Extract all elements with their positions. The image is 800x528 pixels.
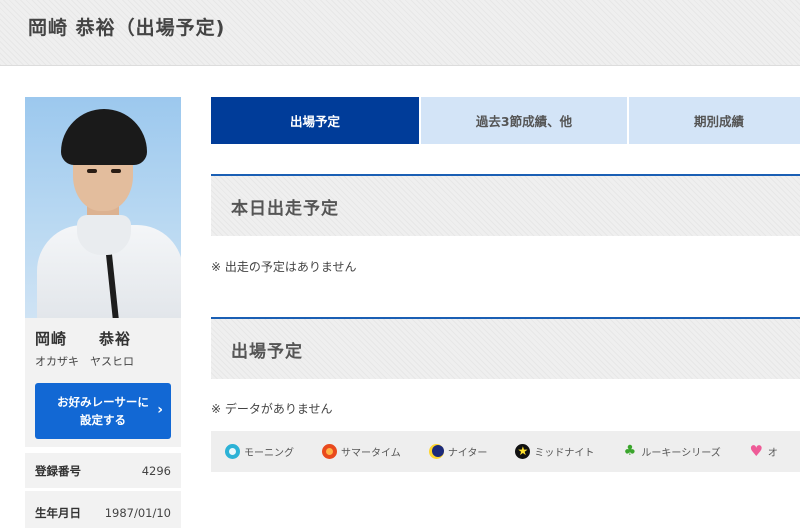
racer-name-box: 岡崎 恭裕 オカザキ ヤスヒロ お好みレーサーに 設定する › bbox=[25, 318, 181, 447]
info-value: 1987/01/10 bbox=[104, 505, 171, 520]
racer-name-kanji: 岡崎 恭裕 bbox=[35, 330, 132, 348]
section-schedule-heading: 出場予定 bbox=[211, 317, 800, 379]
racer-info-table: 登録番号 4296 生年月日 1987/01/10 bbox=[25, 453, 181, 528]
legend-label: オ bbox=[767, 448, 778, 459]
info-row-birth-date: 生年月日 1987/01/10 bbox=[25, 491, 181, 528]
legend-item-rookie-series: ♣ ルーキーシリーズ bbox=[622, 443, 721, 460]
midnight-icon: ★ bbox=[515, 444, 531, 459]
page-title: 岡崎 恭裕（出場予定) bbox=[28, 17, 226, 39]
tab-term-results[interactable]: 期別成績 bbox=[629, 97, 800, 144]
tab-bar: 出場予定 過去3節成績、他 期別成績 bbox=[211, 97, 800, 144]
heart-icon: ♥ bbox=[749, 442, 763, 460]
racer-photo bbox=[25, 97, 181, 318]
race-type-legend: モーニング サマータイム ナイター ★ ミッドナイト ♣ ルーキーシリーズ ♥ … bbox=[211, 431, 800, 472]
legend-item-morning: モーニング bbox=[225, 444, 294, 459]
info-row-registration-number: 登録番号 4296 bbox=[25, 453, 181, 489]
legend-item-summer-time: サマータイム bbox=[322, 444, 401, 459]
racer-name-kana: オカザキ ヤスヒロ bbox=[35, 355, 134, 368]
legend-item-nighter: ナイター bbox=[428, 444, 488, 459]
legend-label: ミッドナイト bbox=[534, 448, 595, 459]
rookie-series-icon: ♣ bbox=[623, 443, 637, 459]
tab-schedule[interactable]: 出場予定 bbox=[211, 97, 419, 144]
page-header: 岡崎 恭裕（出場予定) bbox=[0, 0, 800, 66]
nighter-icon bbox=[428, 444, 444, 459]
today-note: ※ 出走の予定はありません bbox=[211, 260, 357, 274]
section-today-heading: 本日出走予定 bbox=[211, 174, 800, 236]
tab-past-results[interactable]: 過去3節成績、他 bbox=[421, 97, 627, 144]
summer-time-icon bbox=[322, 444, 337, 459]
morning-icon bbox=[225, 444, 240, 459]
legend-item-heart: ♥ オ bbox=[749, 442, 778, 460]
racer-profile: 岡崎 恭裕 オカザキ ヤスヒロ お好みレーサーに 設定する › 登録番号 429… bbox=[25, 97, 181, 528]
favorite-racer-button[interactable]: お好みレーサーに 設定する › bbox=[35, 383, 171, 439]
favorite-racer-button-label: お好みレーサーに 設定する bbox=[57, 395, 149, 427]
legend-label: サマータイム bbox=[341, 448, 401, 459]
legend-label: モーニング bbox=[244, 448, 294, 459]
info-label: 生年月日 bbox=[35, 505, 81, 520]
legend-label: ナイター bbox=[447, 448, 488, 459]
legend-item-midnight: ★ ミッドナイト bbox=[515, 444, 594, 459]
info-label: 登録番号 bbox=[35, 463, 81, 478]
info-value: 4296 bbox=[141, 463, 171, 478]
schedule-note: ※ データがありません bbox=[211, 402, 333, 416]
legend-label: ルーキーシリーズ bbox=[641, 448, 721, 459]
chevron-right-icon: › bbox=[157, 402, 163, 418]
